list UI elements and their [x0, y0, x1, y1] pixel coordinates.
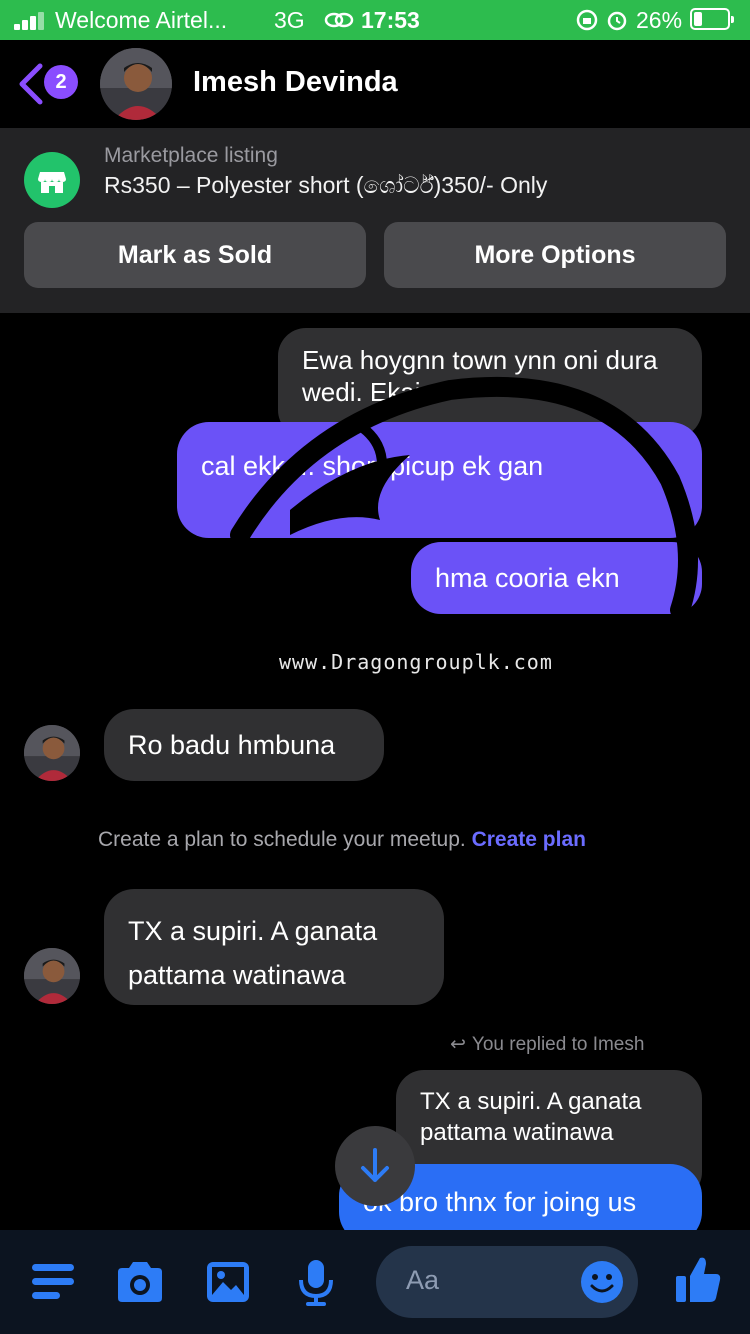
- marketplace-label: Marketplace listing: [104, 144, 278, 167]
- contact-name[interactable]: Imesh Devinda: [193, 66, 398, 99]
- composer-toolbar: Aa: [0, 1230, 750, 1334]
- create-plan-link[interactable]: Create plan: [472, 828, 586, 851]
- gallery-icon[interactable]: [205, 1260, 251, 1304]
- message-text: TX a supiri. A ganata pattama watinawa: [128, 916, 378, 990]
- message-input[interactable]: Aa: [376, 1246, 638, 1318]
- battery-icon: ⚡: [690, 8, 734, 30]
- marketplace-banner: Marketplace listing Rs350 – Polyester sh…: [0, 128, 750, 313]
- battery-percent: 26%: [636, 7, 683, 33]
- unread-badge[interactable]: 2: [44, 65, 78, 99]
- quoted-text: TX a supiri. A ganata pattama watinawa: [420, 1088, 642, 1146]
- reply-context-label: ↩ You replied to Imesh: [450, 1033, 644, 1056]
- status-bar: Welcome Airtel... 3G 17:53 26% ⚡: [0, 0, 750, 40]
- message-input-placeholder: Aa: [406, 1265, 440, 1295]
- emoji-icon[interactable]: [580, 1260, 624, 1304]
- reply-arrow-icon: ↩: [450, 1034, 466, 1055]
- more-options-button[interactable]: More Options: [384, 222, 726, 288]
- message-text: Ro badu hmbuna: [128, 730, 336, 760]
- message-bubble-incoming[interactable]: Ro badu hmbuna: [104, 709, 384, 781]
- meetup-prompt: Create a plan to schedule your meetup. C…: [98, 828, 586, 852]
- scroll-to-bottom-button[interactable]: [335, 1126, 415, 1206]
- avatar[interactable]: [24, 725, 80, 781]
- camera-icon[interactable]: [114, 1260, 166, 1304]
- mark-as-sold-button[interactable]: Mark as Sold: [24, 222, 366, 288]
- message-bubble-incoming[interactable]: TX a supiri. A ganata pattama watinawa: [104, 889, 444, 1005]
- signal-icon: [14, 10, 48, 30]
- conversation-header: 2 Imesh Devinda: [0, 40, 750, 128]
- store-icon: [24, 152, 80, 208]
- clock: 17:53: [361, 7, 420, 33]
- alarm-icon: [607, 11, 627, 31]
- rotation-lock-icon: [576, 9, 598, 31]
- menu-icon[interactable]: [30, 1260, 76, 1304]
- arrow-down-icon: [361, 1148, 389, 1182]
- avatar[interactable]: [100, 48, 172, 120]
- link-icon: [324, 12, 354, 28]
- network-type: 3G: [274, 7, 305, 33]
- watermark-text: www.Dragongrouplk.com: [279, 650, 553, 674]
- avatar[interactable]: [24, 948, 80, 1004]
- microphone-icon[interactable]: [296, 1258, 336, 1308]
- listing-title[interactable]: Rs350 – Polyester short (ශෝර්ට්)350/- On…: [104, 172, 547, 199]
- reply-label-text: You replied to Imesh: [471, 1034, 645, 1055]
- thumbs-up-icon[interactable]: [674, 1254, 722, 1306]
- carrier-name: Welcome Airtel...: [55, 7, 228, 33]
- meetup-prompt-text: Create a plan to schedule your meetup.: [98, 828, 466, 851]
